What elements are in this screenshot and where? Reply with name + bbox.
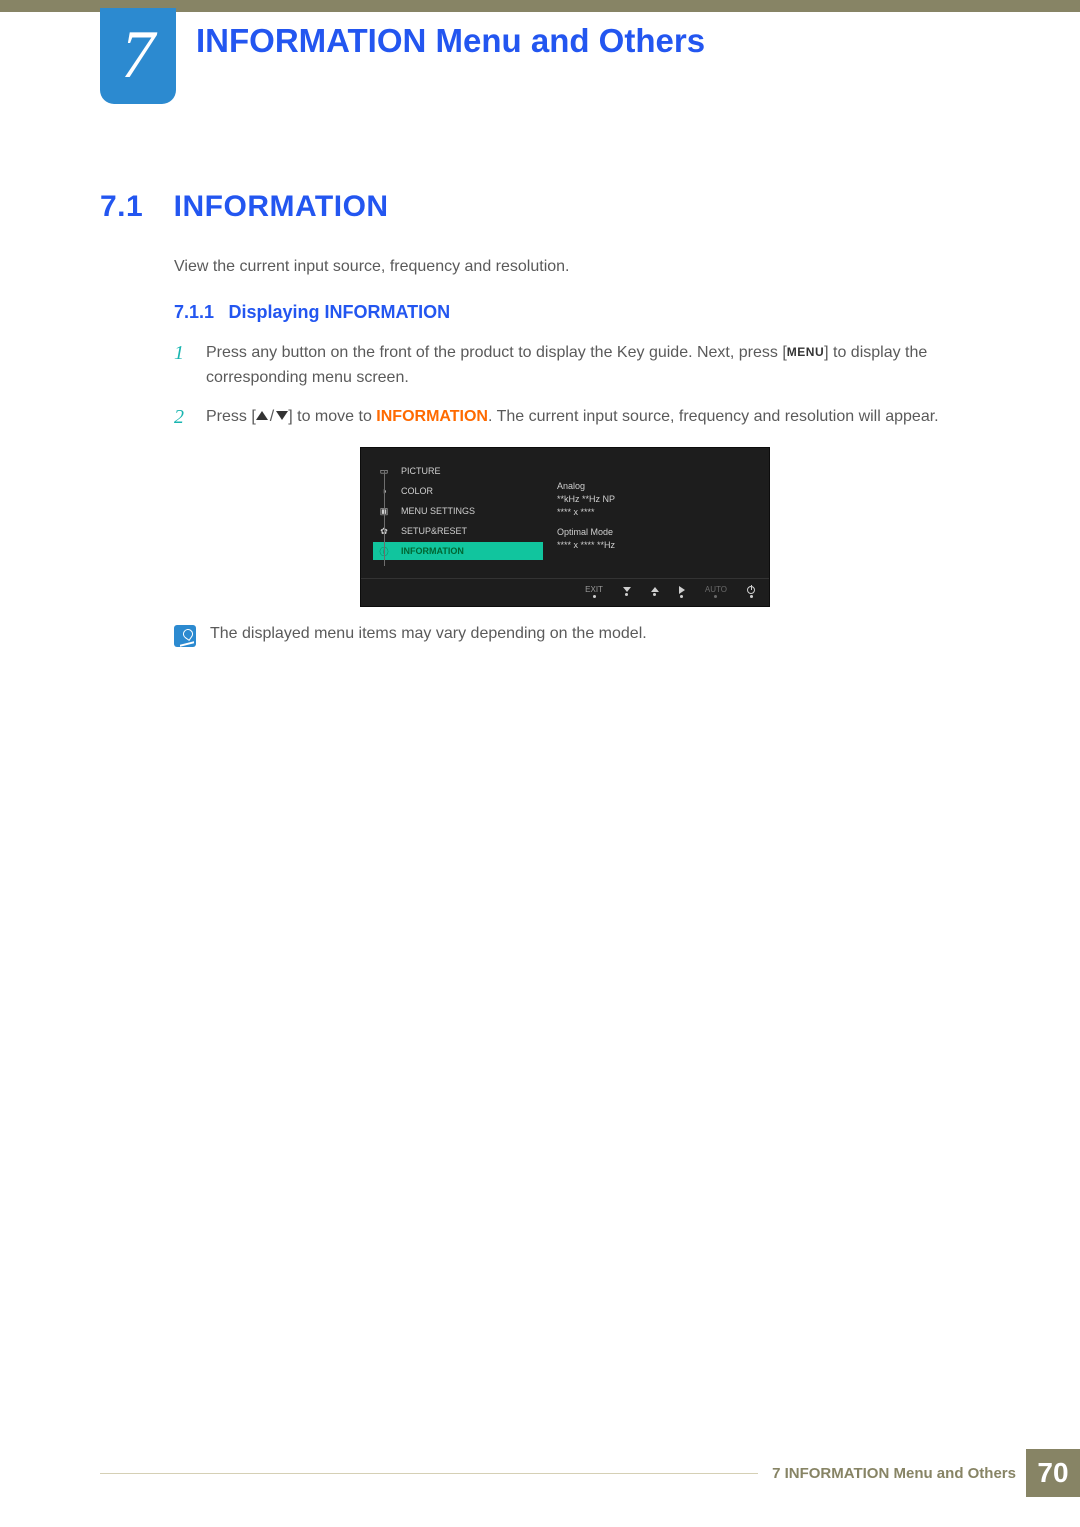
osd-panel: ▭ PICTURE ◑ COLOR ▣ MENU SETTINGS ✿ [360,447,770,607]
chapter-number: 7 [121,20,155,88]
osd-label: SETUP&RESET [401,526,467,536]
osd-label: MENU SETTINGS [401,506,475,516]
osd-info-line: Analog [557,480,757,493]
osd-exit-label: EXIT [585,585,603,594]
osd-item-information: ⓘ INFORMATION [373,542,543,560]
osd-label: INFORMATION [401,546,464,556]
section-number: 7.1 [100,190,143,223]
subsection-heading: 7.1.1 Displaying INFORMATION [174,302,990,323]
osd-info-panel: Analog **kHz **Hz NP **** x **** Optimal… [543,462,757,574]
osd-label: PICTURE [401,466,441,476]
arrow-down-icon [276,411,288,420]
steps-list: 1 Press any button on the front of the p… [174,341,990,429]
note-text: The displayed menu items may vary depend… [210,625,647,643]
page-footer: 7 INFORMATION Menu and Others 70 [100,1449,1080,1497]
step-1: 1 Press any button on the front of the p… [174,341,990,391]
osd-item-setup-reset: ✿ SETUP&RESET [373,522,543,540]
step2-text-after: . The current input source, frequency an… [488,408,939,425]
osd-down-control [623,587,631,596]
page-number: 70 [1037,1457,1068,1489]
step-number: 2 [174,405,190,430]
osd-footer: EXIT AUTO [361,578,769,606]
step-body: Press [ / ] to move to INFORMATION. The cu… [206,405,939,430]
osd-screenshot: ▭ PICTURE ◑ COLOR ▣ MENU SETTINGS ✿ [360,447,990,607]
slash: / [268,408,276,425]
osd-up-control [651,587,659,596]
osd-auto: AUTO [705,585,727,598]
page: 7 INFORMATION Menu and Others 7.1 INFORM… [0,0,1080,1527]
footer-label: 7 INFORMATION Menu and Others [772,1465,1016,1482]
osd-info-line: **kHz **Hz NP [557,493,757,506]
chapter-title: INFORMATION Menu and Others [196,22,705,60]
osd-item-color: ◑ COLOR [373,482,543,500]
step-2: 2 Press [ / ] to move to INFORMATION. The … [174,405,990,430]
menu-key-label: MENU [787,343,824,362]
section-heading: 7.1 INFORMATION [100,190,990,224]
chapter-badge: 7 [100,8,176,104]
osd-item-menu-settings: ▣ MENU SETTINGS [373,502,543,520]
arrow-up-icon [256,411,268,420]
osd-info-line: **** x **** [557,506,757,519]
step1-text-before: Press any button on the front of the pro… [206,344,787,361]
osd-enter-control [679,586,685,598]
step2-text-mid: ] to move to [288,408,376,425]
osd-info-line: Optimal Mode [557,526,757,539]
osd-label: COLOR [401,486,433,496]
footer-rule [100,1473,758,1474]
osd-info-line: **** x **** **Hz [557,539,757,552]
subsection-title: Displaying INFORMATION [229,302,451,322]
note-icon [174,625,196,647]
osd-item-picture: ▭ PICTURE [373,462,543,480]
osd-auto-label: AUTO [705,585,727,594]
osd-power-control [747,586,755,598]
note-row: The displayed menu items may vary depend… [174,625,990,647]
content-area: 7.1 INFORMATION View the current input s… [100,190,990,647]
information-keyword: INFORMATION [376,408,488,425]
step2-text-before: Press [ [206,408,256,425]
subsection-number: 7.1.1 [174,302,214,322]
osd-menu-list: ▭ PICTURE ◑ COLOR ▣ MENU SETTINGS ✿ [373,462,543,574]
osd-exit: EXIT [585,585,603,598]
power-icon [747,586,755,594]
page-number-badge: 70 [1026,1449,1080,1497]
osd-tree-line [384,470,385,566]
step-body: Press any button on the front of the pro… [206,341,990,391]
step-number: 1 [174,341,190,391]
section-intro: View the current input source, frequency… [174,258,990,276]
section-title: INFORMATION [174,190,389,223]
